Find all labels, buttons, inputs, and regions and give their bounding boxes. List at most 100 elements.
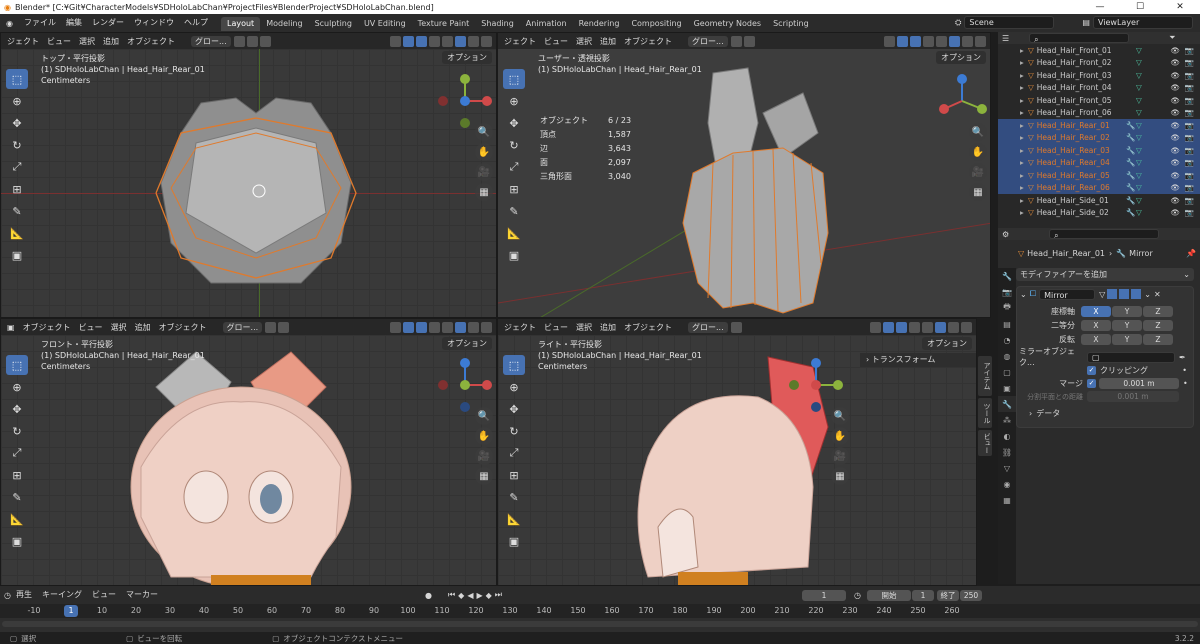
next-keyframe-icon[interactable]: ◆ <box>486 591 492 600</box>
navigation-gizmo[interactable] <box>788 357 844 413</box>
ortho-grid-icon[interactable]: ▦ <box>475 467 493 485</box>
scene-tab-icon[interactable]: ◔ <box>998 332 1016 348</box>
outliner-search-input[interactable]: ⌕ <box>1029 33 1130 44</box>
jump-start-icon[interactable]: ⏮ <box>448 590 455 600</box>
menu-window[interactable]: ウィンドウ <box>129 14 179 32</box>
navigation-gizmo[interactable] <box>437 357 493 413</box>
mirror-object-field[interactable]: ▢ <box>1087 351 1175 363</box>
menu-select[interactable]: 選択 <box>572 36 596 47</box>
tab-modeling[interactable]: Modeling <box>260 17 308 31</box>
scale-tool[interactable]: ⤢ <box>6 443 28 463</box>
tab-layout[interactable]: Layout <box>220 17 261 31</box>
zoom-icon[interactable]: 🔍 <box>969 123 987 141</box>
properties-type-icon[interactable]: ⚙ <box>1002 230 1009 239</box>
material-tab-icon[interactable]: ◉ <box>998 476 1016 492</box>
menu-add[interactable]: 追加 <box>99 36 123 47</box>
add-cube-tool[interactable]: ▣ <box>6 245 28 265</box>
wireframe-shading-icon[interactable] <box>442 321 453 333</box>
tab-geometry-nodes[interactable]: Geometry Nodes <box>688 17 767 31</box>
menu-object[interactable]: ジェクト <box>500 36 540 47</box>
visibility-icon[interactable] <box>390 35 401 47</box>
rendered-shading-icon[interactable] <box>961 321 972 333</box>
tab-texture-paint[interactable]: Texture Paint <box>412 17 476 31</box>
texture-tab-icon[interactable]: ▦ <box>998 492 1016 508</box>
eye-icon[interactable]: 👁 <box>1170 208 1180 217</box>
end-frame-field[interactable]: 250 <box>959 589 982 601</box>
render-camera-icon[interactable]: 📷 <box>1185 58 1194 67</box>
eye-icon[interactable]: 👁 <box>1170 71 1180 80</box>
cursor-tool[interactable]: ⊕ <box>6 91 28 111</box>
eye-icon[interactable]: 👁 <box>1170 196 1180 205</box>
outliner-row-selected[interactable]: ▸ ▽ Head_Hair_Rear_03 🔧 ▽ 👁 📷 <box>998 144 1200 157</box>
tab-uv-editing[interactable]: UV Editing <box>358 17 412 31</box>
blender-menu-icon[interactable]: ◉ <box>0 19 19 28</box>
move-tool[interactable]: ✥ <box>503 399 525 419</box>
modifier-tab-icon[interactable]: 🔧 <box>998 396 1016 412</box>
menu-help[interactable]: ヘルプ <box>179 14 213 32</box>
outliner-row[interactable]: ▸ ▽ Head_Hair_Front_06 ▽ 👁 📷 <box>998 107 1200 120</box>
transform-orientation-dropdown[interactable]: グロー... <box>688 35 728 47</box>
annotate-tool[interactable]: ✎ <box>503 487 525 507</box>
menu-add[interactable]: 追加 <box>131 322 155 333</box>
current-frame-field[interactable]: 1 <box>802 589 846 601</box>
keyframe-dot-icon[interactable]: • <box>1183 379 1188 388</box>
view-layer-selector[interactable]: ViewLayer <box>1092 16 1193 29</box>
rotate-tool[interactable]: ↻ <box>503 421 525 441</box>
scale-tool[interactable]: ⤢ <box>6 157 28 177</box>
navigation-gizmo[interactable] <box>934 73 990 129</box>
properties-search-input[interactable]: ⌕ <box>1049 229 1160 240</box>
pivot-icon[interactable] <box>730 321 742 333</box>
xray-icon[interactable] <box>429 321 440 333</box>
bisect-x-toggle[interactable]: X <box>1081 319 1111 331</box>
transform-orientation-dropdown[interactable]: グロー... <box>191 35 231 47</box>
options-button[interactable]: オプション <box>442 337 492 350</box>
timeline-scrollbar[interactable] <box>2 621 1198 627</box>
keyframe-dot-icon[interactable]: • <box>1182 366 1187 375</box>
rotate-tool[interactable]: ↻ <box>503 135 525 155</box>
render-camera-icon[interactable]: 📷 <box>1185 208 1194 217</box>
transform-orientation-dropdown[interactable]: グロー... <box>222 321 263 333</box>
menu-view[interactable]: ビュー <box>540 322 572 333</box>
prev-keyframe-icon[interactable]: ◆ <box>458 591 464 600</box>
pin-icon[interactable]: 📌 <box>1186 249 1196 258</box>
eye-icon[interactable]: 👁 <box>1170 96 1180 105</box>
add-cube-tool[interactable]: ▣ <box>6 531 28 551</box>
menu-view[interactable]: ビュー <box>43 36 75 47</box>
outliner-row-selected[interactable]: ▸ ▽ Head_Hair_Rear_01 🔧 ▽ 👁 📷 <box>998 119 1200 132</box>
options-button[interactable]: オプション <box>922 337 972 350</box>
tool-tab-icon[interactable]: 🔧 <box>998 268 1016 284</box>
outliner-row-selected[interactable]: ▸ ▽ Head_Hair_Rear_04 🔧 ▽ 👁 📷 <box>998 156 1200 169</box>
measure-tool[interactable]: 📐 <box>6 509 28 529</box>
render-camera-icon[interactable]: 📷 <box>1185 146 1194 155</box>
rendered-shading-icon[interactable] <box>481 35 492 47</box>
visibility-icon[interactable] <box>390 321 401 333</box>
bisect-distance-field[interactable]: 0.001 m <box>1087 391 1179 402</box>
merge-checkbox[interactable]: ✓ <box>1087 379 1096 388</box>
modifier-name-field[interactable]: Mirror <box>1039 288 1096 300</box>
tab-shading[interactable]: Shading <box>475 17 520 31</box>
tab-rendering[interactable]: Rendering <box>573 17 626 31</box>
pan-hand-icon[interactable]: ✋ <box>969 143 987 161</box>
pivot-icon[interactable] <box>730 35 742 47</box>
snap-icon[interactable] <box>743 35 755 47</box>
eye-icon[interactable]: 👁 <box>1170 171 1180 180</box>
flip-x-toggle[interactable]: X <box>1081 333 1111 345</box>
render-camera-icon[interactable]: 📷 <box>1185 46 1194 55</box>
pan-hand-icon[interactable]: ✋ <box>475 143 493 161</box>
measure-tool[interactable]: 📐 <box>503 223 525 243</box>
annotate-tool[interactable]: ✎ <box>6 201 28 221</box>
xray-icon[interactable] <box>909 321 920 333</box>
play-icon[interactable]: ▶ <box>476 591 482 600</box>
maximize-button[interactable]: ☐ <box>1120 0 1160 14</box>
select-box-tool[interactable]: ⬚ <box>503 69 525 89</box>
solid-shading-icon[interactable] <box>455 321 466 333</box>
select-box-tool[interactable]: ⬚ <box>503 355 525 375</box>
zoom-icon[interactable]: 🔍 <box>475 407 493 425</box>
select-box-tool[interactable]: ⬚ <box>6 355 28 375</box>
outliner-row[interactable]: ▸ ▽ Head_Hair_Front_05 ▽ 👁 📷 <box>998 94 1200 107</box>
transform-tool[interactable]: ⊞ <box>6 179 28 199</box>
eye-icon[interactable]: 👁 <box>1170 133 1180 142</box>
camera-view-icon[interactable]: 🎥 <box>969 163 987 181</box>
stopwatch-icon[interactable]: ◷ <box>854 591 861 600</box>
viewport-front[interactable]: ▣ オブジェクト ビュー 選択 追加 オブジェクト グロー... オプション フ… <box>0 318 497 586</box>
